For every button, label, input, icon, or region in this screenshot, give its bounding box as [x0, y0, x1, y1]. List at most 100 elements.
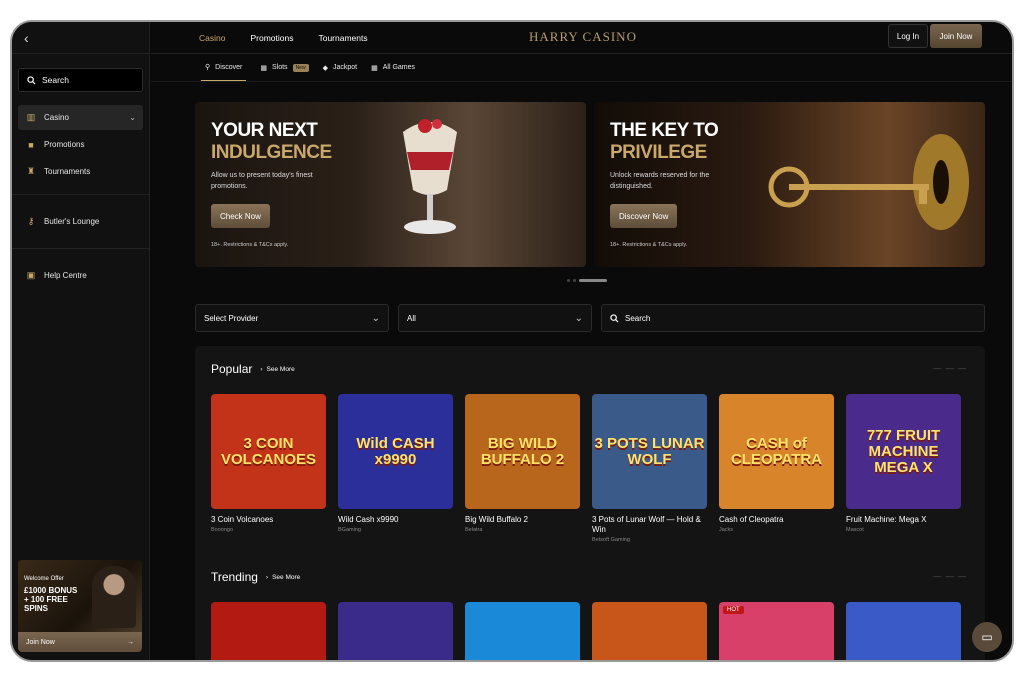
game-card[interactable]: CASH of CLEOPATRA Cash of Cleopatra Jack…: [719, 394, 834, 543]
game-card[interactable]: [846, 602, 961, 660]
promo-banner-privilege[interactable]: THE KEY TO PRIVILEGE Unlock rewards rese…: [594, 102, 985, 267]
join-now-button[interactable]: Join Now: [930, 24, 982, 48]
section-title: Trending: [211, 570, 258, 584]
game-thumbnail[interactable]: [338, 602, 453, 660]
sidebar-join-label: Join Now: [26, 638, 55, 646]
game-thumbnail[interactable]: BIG WILD BUFFALO 2: [465, 394, 580, 509]
check-now-button[interactable]: Check Now: [211, 204, 270, 228]
tab-casino[interactable]: Casino: [199, 22, 225, 53]
chevron-right-icon: ›: [265, 573, 269, 581]
game-thumbnail[interactable]: [211, 602, 326, 660]
search-icon: [27, 75, 36, 85]
site-logo[interactable]: HARRY CASINO: [529, 29, 637, 45]
provider-select-value: Select Provider: [204, 313, 259, 323]
game-card[interactable]: [592, 602, 707, 660]
game-provider: Booongo: [211, 527, 234, 533]
welcome-offer-promo[interactable]: Welcome Offer £1000 BONUS + 100 FREE SPI…: [18, 560, 142, 632]
sidebar-item-butlers-lounge[interactable]: ⚷ Butler's Lounge: [18, 209, 143, 234]
butler-image: [92, 566, 136, 628]
chat-button[interactable]: ▭: [972, 622, 1002, 652]
sidebar-nav: ▥ Casino ⌄ ■ Promotions ♜ Tournaments: [12, 105, 149, 195]
back-arrow-icon[interactable]: ‹: [24, 30, 29, 46]
subtab-label: All Games: [382, 64, 416, 71]
game-thumbnail[interactable]: 3 COIN VOLCANOES: [211, 394, 326, 509]
game-provider: Mascot: [846, 527, 864, 533]
sidebar-item-promotions[interactable]: ■ Promotions: [18, 132, 143, 157]
main-content: Casino Promotions Tournaments HARRY CASI…: [151, 22, 1012, 660]
top-bar: Casino Promotions Tournaments HARRY CASI…: [151, 22, 1012, 54]
sidebar-item-casino[interactable]: ▥ Casino ⌄: [18, 105, 143, 130]
sidebar-search[interactable]: Search: [18, 68, 143, 92]
game-card[interactable]: 3 COIN VOLCANOES 3 Coin Volcanoes Booong…: [211, 394, 326, 543]
banner-headline: YOUR NEXT INDULGENCE: [211, 120, 332, 164]
game-search-placeholder: Search: [625, 313, 651, 323]
games-panel: Popular › See More — — — 3 COIN VOLCANOE…: [195, 346, 985, 660]
carousel-dot-active[interactable]: [579, 279, 607, 282]
game-thumbnail[interactable]: HOT: [719, 602, 834, 660]
carousel-dot[interactable]: [573, 279, 576, 282]
sub-tabs: ⚲ Discover ▦ Slots New ◆ Jackpot ▦ All G…: [151, 54, 1012, 82]
game-card[interactable]: 3 POTS LUNAR WOLF 3 Pots of Lunar Wolf —…: [592, 394, 707, 543]
trending-row: HOT: [211, 602, 961, 660]
game-thumbnail[interactable]: 3 POTS LUNAR WOLF: [592, 394, 707, 509]
category-select[interactable]: All ⌄: [398, 304, 592, 332]
sidebar-lounge-section: ⚷ Butler's Lounge: [12, 195, 149, 249]
game-card[interactable]: Wild CASH x9990 Wild Cash x9990 BGaming: [338, 394, 453, 543]
game-thumbnail[interactable]: 777 FRUIT MACHINE MEGA X: [846, 394, 961, 509]
promo-banner-indulgence[interactable]: YOUR NEXT INDULGENCE Allow us to present…: [195, 102, 586, 267]
search-icon: [610, 313, 619, 323]
key-icon: ⚷: [27, 216, 35, 226]
login-button[interactable]: Log In: [888, 24, 928, 48]
promo-kicker: Welcome Offer: [24, 576, 64, 582]
casino-icon: ▥: [26, 112, 36, 122]
game-provider: Jacks: [719, 527, 734, 533]
game-thumbnail[interactable]: [592, 602, 707, 660]
subtab-all-games[interactable]: ▦ All Games: [371, 54, 415, 81]
game-thumbnail[interactable]: CASH of CLEOPATRA: [719, 394, 834, 509]
game-name: 3 Coin Volcanoes: [211, 515, 274, 524]
subtab-discover[interactable]: ⚲ Discover: [201, 54, 247, 81]
subtab-jackpot[interactable]: ◆ Jackpot: [323, 54, 358, 81]
game-card[interactable]: [465, 602, 580, 660]
see-more-link[interactable]: › See More: [266, 574, 300, 581]
app-window: ‹ Search ▥ Casino ⌄ ■ Promotions ♜ Tourn…: [10, 20, 1014, 662]
sidebar-item-tournaments[interactable]: ♜ Tournaments: [18, 159, 143, 184]
arrow-right-icon: →: [127, 638, 134, 646]
banner-headline-line2: INDULGENCE: [211, 142, 332, 163]
provider-select[interactable]: Select Provider ⌄: [195, 304, 389, 332]
game-provider: Belatra: [465, 527, 483, 533]
grid-icon: ▦: [371, 64, 378, 72]
game-name: Fruit Machine: Mega X: [846, 515, 927, 524]
tab-promotions[interactable]: Promotions: [250, 22, 293, 53]
discover-now-button[interactable]: Discover Now: [610, 204, 678, 228]
see-more-label: See More: [272, 573, 301, 581]
game-thumbnail[interactable]: [846, 602, 961, 660]
game-card[interactable]: [338, 602, 453, 660]
carousel-indicator: — — —: [933, 364, 967, 373]
sidebar-item-label: Butler's Lounge: [44, 217, 100, 226]
sidebar: ‹ Search ▥ Casino ⌄ ■ Promotions ♜ Tourn…: [12, 22, 150, 660]
subtab-slots[interactable]: ▦ Slots New: [260, 54, 309, 81]
new-badge: New: [292, 63, 309, 72]
game-search-input[interactable]: Search: [601, 304, 985, 332]
sidebar-item-help-centre[interactable]: ▣ Help Centre: [18, 263, 143, 288]
gift-icon: ■: [28, 139, 34, 150]
logo-text: HARRY CASINO: [529, 29, 637, 44]
game-card[interactable]: HOT: [719, 602, 834, 660]
banner-headline-line1: YOUR NEXT: [211, 120, 318, 141]
carousel-indicator: — — —: [933, 572, 967, 581]
carousel-dot[interactable]: [567, 279, 570, 282]
game-card[interactable]: BIG WILD BUFFALO 2 Big Wild Buffalo 2 Be…: [465, 394, 580, 543]
game-card[interactable]: 777 FRUIT MACHINE MEGA X Fruit Machine: …: [846, 394, 961, 543]
tab-tournaments[interactable]: Tournaments: [318, 22, 367, 53]
subtab-label: Jackpot: [332, 64, 358, 71]
trending-header: Trending › See More: [211, 570, 300, 584]
game-thumbnail[interactable]: [465, 602, 580, 660]
game-card[interactable]: [211, 602, 326, 660]
sidebar-join-button[interactable]: Join Now →: [18, 632, 142, 652]
game-thumbnail[interactable]: Wild CASH x9990: [338, 394, 453, 509]
trophy-icon: ♜: [26, 166, 36, 176]
see-more-link[interactable]: › See More: [260, 366, 294, 373]
carousel-dots[interactable]: [567, 279, 607, 282]
sidebar-item-label: Help Centre: [44, 271, 87, 280]
